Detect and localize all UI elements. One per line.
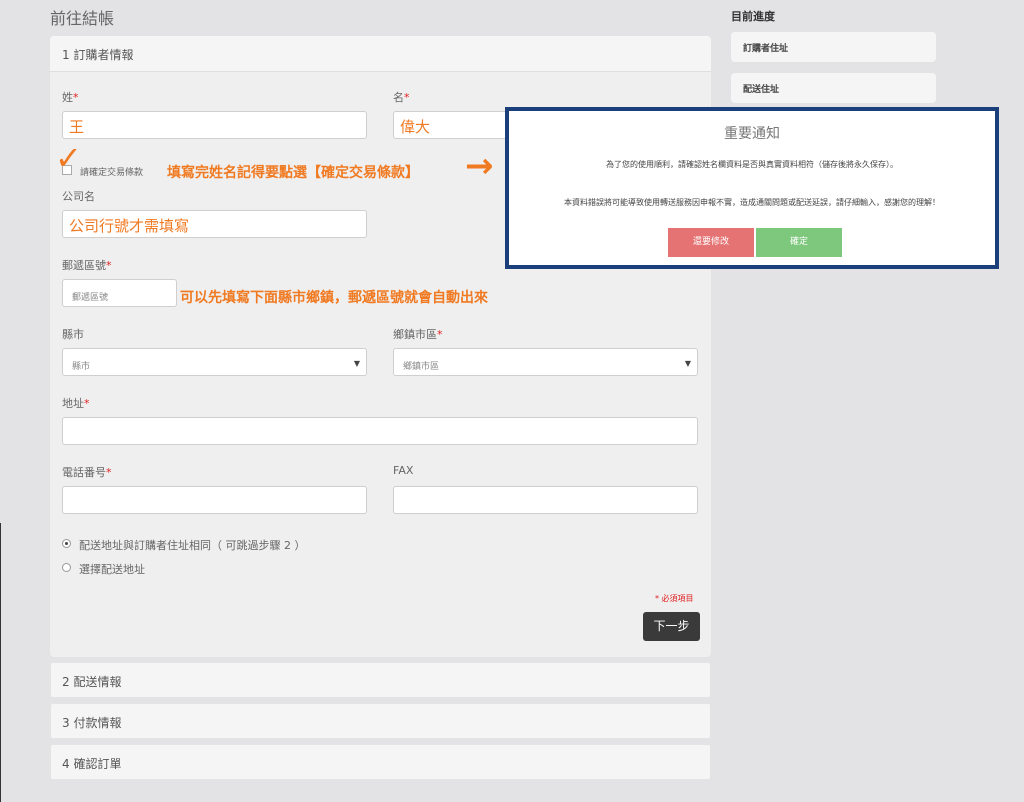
last-name-value: 王: [69, 118, 85, 136]
modal-confirm-button[interactable]: 確定: [756, 228, 842, 257]
address-label: 地址*: [62, 397, 90, 410]
notice-modal: 重要通知 為了您的使用順利，請確認姓名欄資料是否與真實資料相符（儲存後將永久保存…: [505, 107, 999, 269]
district-selected: 鄉鎮市區: [403, 362, 440, 372]
phone-label: 電話番号*: [62, 466, 112, 479]
check-mark-icon: ✓: [55, 139, 82, 177]
first-name-value: 偉大: [400, 118, 431, 136]
progress-title: 目前進度: [731, 10, 775, 23]
step1-header[interactable]: 1 訂購者情報: [50, 36, 711, 72]
modal-cancel-button[interactable]: 還要修改: [668, 228, 754, 257]
first-name-label: 名*: [393, 91, 410, 104]
progress-item-delivery[interactable]: 配送住址: [731, 73, 936, 103]
modal-line-1: 為了您的使用順利，請確認姓名欄資料是否與真實資料相符（儲存後將永久保存）。: [606, 160, 898, 169]
terms-annotation: 填寫完姓名記得要點選【確定交易條款】: [167, 165, 419, 181]
fax-label: FAX: [393, 464, 414, 477]
section-delivery[interactable]: 2 配送情報: [50, 662, 711, 698]
required-note: * 必須項目: [655, 594, 694, 603]
district-select[interactable]: 鄉鎮市區 ▼: [393, 348, 698, 376]
section-confirm[interactable]: 4 確認訂單: [50, 744, 711, 780]
county-select[interactable]: 縣市 ▼: [62, 348, 367, 376]
section-label: 3 付款情報: [62, 716, 122, 730]
progress-item-label: 配送住址: [743, 85, 780, 95]
county-selected: 縣市: [72, 362, 91, 372]
last-name-input[interactable]: 王: [62, 111, 367, 139]
left-edge-divider: [0, 523, 1, 802]
modal-title: 重要通知: [724, 126, 780, 142]
section-label: 2 配送情報: [62, 675, 122, 689]
radio-same-address[interactable]: [62, 539, 71, 548]
zip-annotation: 可以先填寫下面縣市鄉鎮，郵遞區號就會自動出來: [180, 290, 488, 306]
arrow-right-icon: →: [465, 146, 494, 186]
fax-input[interactable]: [393, 486, 698, 514]
zip-placeholder: 郵遞區號: [72, 293, 109, 303]
radio-choose-address[interactable]: [62, 563, 71, 572]
zip-label: 郵遞區號*: [62, 259, 112, 272]
progress-item-label: 訂購者住址: [743, 44, 789, 54]
progress-item-buyer[interactable]: 訂購者住址: [731, 32, 936, 62]
next-button[interactable]: 下一步: [643, 612, 700, 641]
zip-input[interactable]: 郵遞區號: [62, 279, 177, 307]
page-title: 前往結帳: [50, 9, 115, 28]
last-name-label: 姓*: [62, 91, 79, 104]
company-input[interactable]: 公司行號才需填寫: [62, 210, 367, 238]
company-label: 公司名: [62, 190, 95, 203]
modal-line-2: 本資料錯誤將可能導致使用轉送服務因申報不實，造成通關問題或配送延誤，請仔細輸入，…: [564, 198, 940, 207]
radio-same-label: 配送地址與訂購者住址相同（ 可跳過步驟 2 ）: [79, 539, 306, 552]
chevron-down-icon: ▼: [353, 359, 360, 368]
radio-choose-label: 選擇配送地址: [79, 563, 145, 576]
terms-label: 請確定交易條款: [80, 168, 144, 178]
county-label: 縣市: [62, 328, 84, 341]
section-payment[interactable]: 3 付款情報: [50, 703, 711, 739]
section-label: 4 確認訂單: [62, 757, 122, 771]
address-input[interactable]: [62, 417, 698, 445]
first-name-input[interactable]: 偉大: [393, 111, 513, 139]
chevron-down-icon: ▼: [684, 359, 691, 368]
phone-input[interactable]: [62, 486, 367, 514]
company-value: 公司行號才需填寫: [69, 217, 190, 235]
district-label: 鄉鎮市區*: [393, 328, 443, 341]
step1-header-label: 1 訂購者情報: [62, 48, 134, 62]
